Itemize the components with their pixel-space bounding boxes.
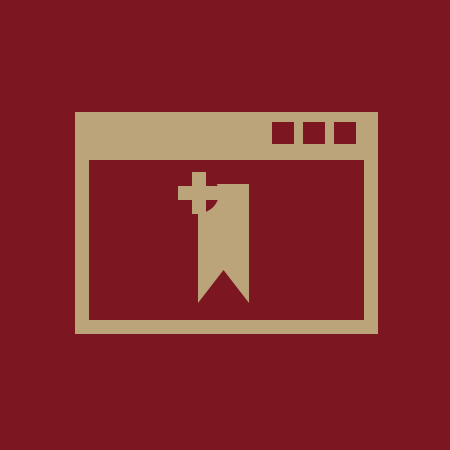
window-control-1 xyxy=(272,122,294,144)
bookmark-add-icon xyxy=(178,172,249,303)
window-control-3 xyxy=(334,122,356,144)
window-control-2 xyxy=(303,122,325,144)
browser-window-add-bookmark-icon xyxy=(75,112,378,334)
icon-canvas xyxy=(0,0,450,450)
